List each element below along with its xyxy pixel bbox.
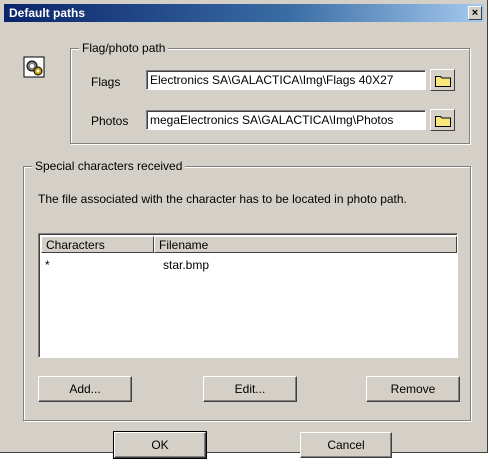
gears-icon <box>23 56 45 78</box>
special-characters-title: Special characters received <box>32 159 186 173</box>
flags-browse-button[interactable] <box>430 69 455 91</box>
photos-browse-button[interactable] <box>430 109 455 131</box>
folder-icon <box>434 75 451 87</box>
flag-photo-path-title: Flag/photo path <box>79 41 169 55</box>
flags-path-field[interactable]: Electronics SA\GALACTICA\Img\Flags 40X27 <box>146 70 426 90</box>
column-filename[interactable]: Filename <box>154 236 457 253</box>
ok-button[interactable]: OK <box>113 431 207 459</box>
title-bar[interactable]: Default paths × <box>4 4 484 22</box>
list-item-filename: star.bmp <box>163 258 210 272</box>
column-characters[interactable]: Characters <box>41 236 154 253</box>
default-paths-dialog: Default paths × Flag/photo path Flags El… <box>0 0 488 459</box>
add-button[interactable]: Add... <box>38 376 132 402</box>
special-characters-description: The file associated with the character h… <box>38 192 407 206</box>
close-icon[interactable]: × <box>468 6 482 20</box>
folder-icon <box>434 115 451 127</box>
cancel-button[interactable]: Cancel <box>300 432 392 458</box>
list-item[interactable]: * star.bmp <box>41 257 455 273</box>
window-title: Default paths <box>9 6 86 20</box>
photos-label: Photos <box>91 114 129 128</box>
list-item-character: * <box>45 258 50 272</box>
flags-label: Flags <box>91 75 121 89</box>
remove-button[interactable]: Remove <box>366 376 460 402</box>
list-header: Characters Filename <box>41 236 457 253</box>
special-characters-list[interactable]: Characters Filename * star.bmp <box>38 233 458 358</box>
edit-button[interactable]: Edit... <box>203 376 297 402</box>
photos-path-field[interactable]: megaElectronics SA\GALACTICA\Img\Photos <box>146 110 426 130</box>
